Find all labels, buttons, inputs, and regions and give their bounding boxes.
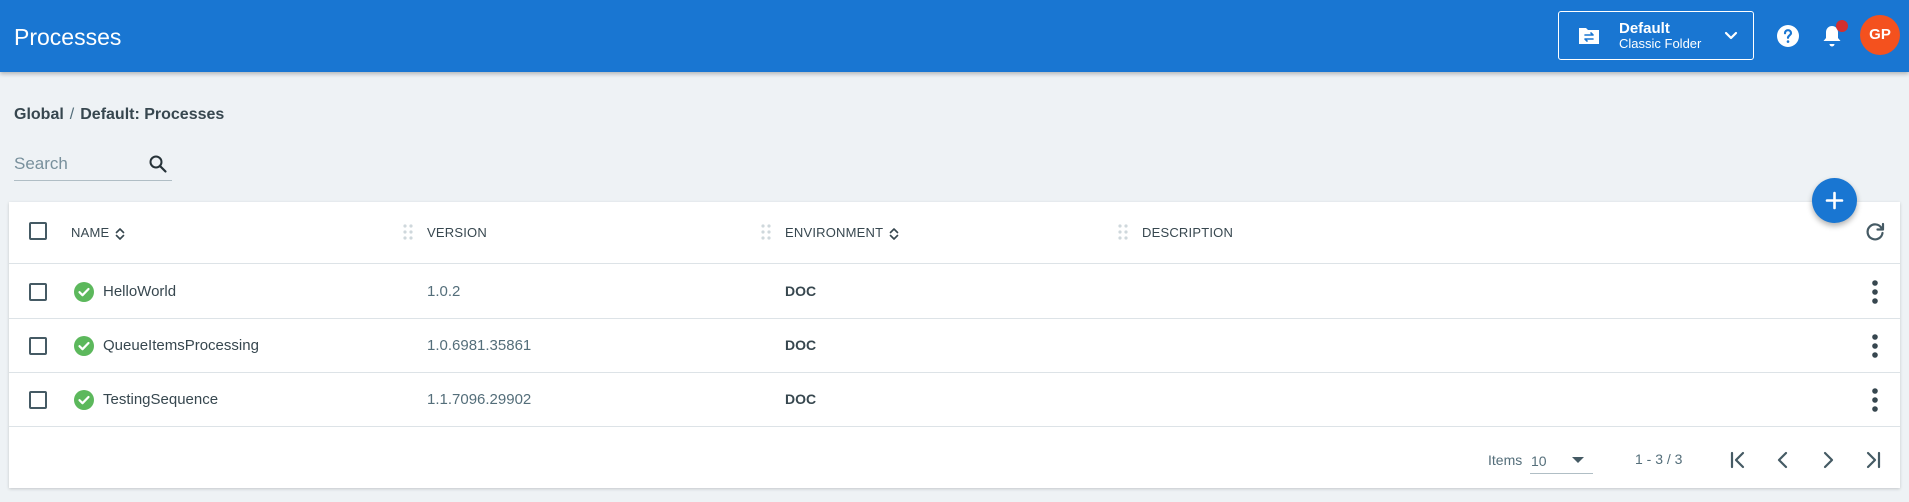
process-environment: DOC — [785, 337, 817, 353]
check-circle-icon — [74, 336, 94, 356]
sort-icon — [116, 227, 125, 240]
column-label: ENVIRONMENT — [785, 225, 884, 240]
chevron-down-icon — [1724, 31, 1738, 40]
column-resize-handle[interactable] — [1117, 223, 1129, 241]
process-environment: DOC — [785, 391, 817, 407]
help-icon[interactable] — [1776, 24, 1800, 48]
processes-table: NAME VERSION ENVIRONMENT DESCRIPTION Hel… — [9, 202, 1900, 488]
column-header-description: DESCRIPTION — [1142, 225, 1234, 240]
items-per-page-label: Items — [1488, 452, 1523, 468]
column-resize-handle[interactable] — [760, 223, 772, 241]
search-box — [14, 150, 172, 181]
sort-icon — [889, 227, 899, 240]
more-vert-icon[interactable] — [1871, 387, 1879, 413]
notification-badge — [1836, 20, 1848, 32]
refresh-icon[interactable] — [1864, 221, 1886, 243]
check-circle-icon — [74, 282, 94, 302]
add-process-button[interactable] — [1812, 178, 1857, 223]
table-header: NAME VERSION ENVIRONMENT DESCRIPTION — [9, 202, 1900, 264]
last-page-icon[interactable] — [1862, 449, 1884, 471]
avatar[interactable]: GP — [1860, 15, 1900, 55]
column-resize-handle[interactable] — [402, 223, 414, 241]
previous-page-icon[interactable] — [1772, 449, 1794, 471]
page-title: Processes — [14, 24, 122, 50]
folder-name: Default — [1619, 20, 1670, 37]
first-page-icon[interactable] — [1727, 449, 1749, 471]
process-version: 1.0.6981.35861 — [427, 337, 532, 354]
process-environment: DOC — [785, 283, 817, 299]
search-icon[interactable] — [148, 154, 168, 174]
folder-selector-button[interactable]: Default Classic Folder — [1558, 11, 1754, 60]
more-vert-icon[interactable] — [1871, 279, 1879, 305]
next-page-icon[interactable] — [1817, 449, 1839, 471]
more-vert-icon[interactable] — [1871, 333, 1879, 359]
search-input[interactable] — [14, 152, 139, 176]
process-name[interactable]: QueueItemsProcessing — [103, 337, 259, 354]
column-header-name[interactable]: NAME — [71, 225, 125, 240]
table-row[interactable]: TestingSequence 1.1.7096.29902 DOC — [9, 373, 1900, 427]
process-version: 1.0.2 — [427, 283, 461, 300]
breadcrumb-current: Default: Processes — [80, 106, 225, 123]
breadcrumb-root[interactable]: Global — [14, 106, 64, 123]
process-name[interactable]: TestingSequence — [103, 391, 218, 408]
column-label: NAME — [71, 225, 110, 240]
row-checkbox[interactable] — [29, 391, 47, 409]
process-version: 1.1.7096.29902 — [427, 391, 532, 408]
row-checkbox[interactable] — [29, 283, 47, 301]
folder-switch-icon — [1579, 28, 1599, 44]
select-all-checkbox[interactable] — [29, 222, 47, 240]
caret-down-icon — [1572, 457, 1584, 463]
top-bar: Processes Default Classic Folder GP — [0, 0, 1909, 72]
table-row[interactable]: HelloWorld 1.0.2 DOC — [9, 265, 1900, 319]
check-circle-icon — [74, 390, 94, 410]
page-size-value: 10 — [1531, 453, 1547, 469]
row-checkbox[interactable] — [29, 337, 47, 355]
breadcrumb-separator: / — [69, 106, 75, 123]
process-name[interactable]: HelloWorld — [103, 283, 176, 300]
pagination: Items 10 1 - 3 / 3 — [9, 446, 1900, 486]
folder-type: Classic Folder — [1619, 36, 1702, 51]
page-size-select[interactable]: 10 — [1530, 446, 1593, 474]
plus-icon — [1825, 191, 1844, 210]
breadcrumb: Global / Default: Processes — [14, 106, 224, 124]
table-row[interactable]: QueueItemsProcessing 1.0.6981.35861 DOC — [9, 319, 1900, 373]
column-header-version: VERSION — [427, 225, 487, 240]
page-range: 1 - 3 / 3 — [1635, 451, 1683, 467]
column-header-environment[interactable]: ENVIRONMENT — [785, 225, 899, 240]
